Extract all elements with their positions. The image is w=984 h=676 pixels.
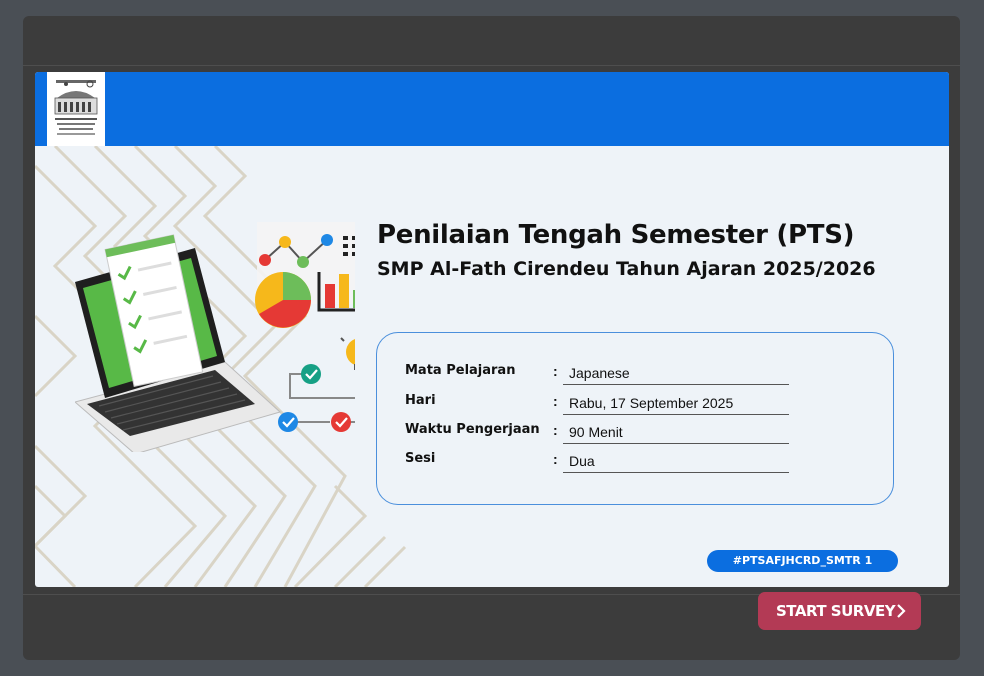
info-row-day: Hari : Rabu, 17 September 2025 <box>405 393 875 421</box>
top-divider <box>23 65 960 66</box>
colon: : <box>553 422 558 438</box>
subject-value: Japanese <box>563 365 789 385</box>
start-survey-button[interactable]: START SURVEY <box>758 592 921 630</box>
colon: : <box>553 451 558 467</box>
banner-header-bar <box>35 72 949 146</box>
duration-label: Waktu Pengerjaan <box>405 422 540 437</box>
school-logo <box>47 72 105 146</box>
banner-subtitle: SMP Al-Fath Cirendeu Tahun Ajaran 2025/2… <box>377 258 876 280</box>
session-label: Sesi <box>405 451 436 466</box>
session-value: Dua <box>563 453 789 473</box>
start-survey-label: START SURVEY <box>776 602 896 620</box>
day-value: Rabu, 17 September 2025 <box>563 395 789 415</box>
hashtag-badge: #PTSAFJHCRD_SMTR 1 <box>707 550 898 572</box>
info-row-subject: Mata Pelajaran : Japanese <box>405 363 875 391</box>
exam-info-card: Mata Pelajaran : Japanese Hari : Rabu, 1… <box>376 332 894 505</box>
banner-title: Penilaian Tengah Semester (PTS) <box>377 220 855 250</box>
colon: : <box>553 363 558 379</box>
chevron-right-icon <box>897 604 906 618</box>
survey-panel: Penilaian Tengah Semester (PTS) SMP Al-F… <box>23 16 960 660</box>
duration-value: 90 Menit <box>563 424 789 444</box>
day-label: Hari <box>405 393 436 408</box>
colon: : <box>553 393 558 409</box>
survey-banner: Penilaian Tengah Semester (PTS) SMP Al-F… <box>35 72 949 587</box>
subject-label: Mata Pelajaran <box>405 363 516 378</box>
exam-illustration <box>75 222 355 452</box>
info-row-duration: Waktu Pengerjaan : 90 Menit <box>405 422 875 450</box>
info-row-session: Sesi : Dua <box>405 451 875 479</box>
